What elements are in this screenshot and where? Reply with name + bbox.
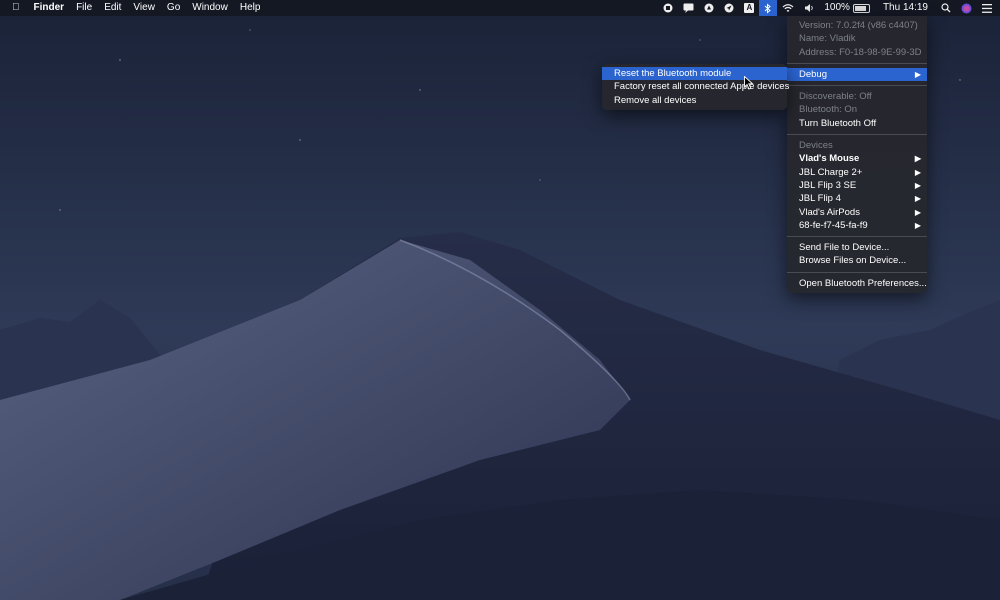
bt-device-item[interactable]: Vlad's AirPods ▶ [787,206,927,219]
menu-help[interactable]: Help [234,0,267,16]
bt-device-label: JBL Flip 4 [799,193,841,205]
bt-send-file-item[interactable]: Send File to Device... [787,241,927,254]
notification-center-icon[interactable] [977,0,1000,16]
airplay-icon[interactable] [699,0,719,16]
debug-factory-reset-item[interactable]: Factory reset all connected Apple device… [602,80,789,93]
debug-submenu: Reset the Bluetooth module Factory reset… [602,64,789,110]
bt-device-label: Vlad's Mouse [799,153,860,165]
bt-device-item[interactable]: JBL Charge 2+ ▶ [787,166,927,179]
location-icon[interactable] [719,0,739,16]
bt-version: Version: 7.0.2f4 (v86 c4407) [799,20,918,31]
mouse-cursor-icon [744,76,754,90]
menu-bar:  Finder File Edit View Go Window Help A [0,0,1000,16]
bluetooth-menu: Version: 7.0.2f4 (v86 c4407) Name: Vladi… [787,16,927,294]
menu-separator [787,62,927,64]
bluetooth-icon[interactable] [759,0,778,16]
bt-device-label: 68-fe-f7-45-fa-f9 [799,219,868,231]
bt-status: Bluetooth: On [799,104,858,116]
battery-percent: 100% [824,2,850,13]
siri-icon[interactable] [956,0,977,16]
bt-browse-files-item[interactable]: Browse Files on Device... [787,254,927,267]
menu-separator [787,236,927,238]
menu-go[interactable]: Go [161,0,186,16]
menu-separator [787,271,927,273]
debug-reset-module-item[interactable]: Reset the Bluetooth module [602,67,787,81]
bt-device-label: JBL Charge 2+ [799,166,863,178]
submenu-arrow-icon: ▶ [914,220,921,230]
battery-status[interactable]: 100% [819,0,875,16]
bt-device-item[interactable]: Vlad's Mouse ▶ [787,152,927,165]
bt-address: Address: F0-18-98-9E-99-3D [799,46,922,58]
bt-name: Name: Vladik [799,33,856,45]
battery-icon [852,3,870,13]
bt-device-item[interactable]: 68-fe-f7-45-fa-f9 ▶ [787,219,927,232]
wifi-icon[interactable] [777,0,799,16]
submenu-arrow-icon: ▶ [914,194,921,204]
menu-window[interactable]: Window [186,0,234,16]
bt-device-item[interactable]: JBL Flip 3 SE ▶ [787,179,927,192]
submenu-arrow-icon: ▶ [914,69,921,79]
bt-devices-header: Devices [799,140,833,152]
menu-view[interactable]: View [127,0,161,16]
submenu-arrow-icon: ▶ [914,180,921,190]
clock[interactable]: Thu 14:19 [875,0,936,16]
apple-icon[interactable]:  [0,0,28,16]
bt-open-prefs-item[interactable]: Open Bluetooth Preferences... [787,277,927,290]
bt-discoverable: Discoverable: Off [799,91,872,103]
input-source-label: A [744,3,755,13]
submenu-arrow-icon: ▶ [914,207,921,217]
menu-app-name[interactable]: Finder [28,0,71,16]
submenu-arrow-icon: ▶ [914,154,921,164]
bt-device-label: Vlad's AirPods [799,206,860,218]
debug-remove-devices-item[interactable]: Remove all devices [602,94,787,107]
record-icon[interactable] [658,0,678,16]
menu-separator [787,85,927,87]
bt-device-label: JBL Flip 3 SE [799,179,857,191]
input-source-icon[interactable]: A [739,0,759,16]
bt-debug-label: Debug [799,68,827,80]
menu-file[interactable]: File [70,0,98,16]
menu-separator [787,134,927,136]
volume-icon[interactable] [799,0,819,16]
spotlight-search-icon[interactable] [936,0,956,16]
menu-edit[interactable]: Edit [98,0,127,16]
bt-turn-off-item[interactable]: Turn Bluetooth Off [787,117,927,130]
bt-device-item[interactable]: JBL Flip 4 ▶ [787,192,927,205]
bt-debug-item[interactable]: Debug ▶ [787,67,927,82]
notification-icon[interactable] [678,0,699,16]
submenu-arrow-icon: ▶ [914,167,921,177]
